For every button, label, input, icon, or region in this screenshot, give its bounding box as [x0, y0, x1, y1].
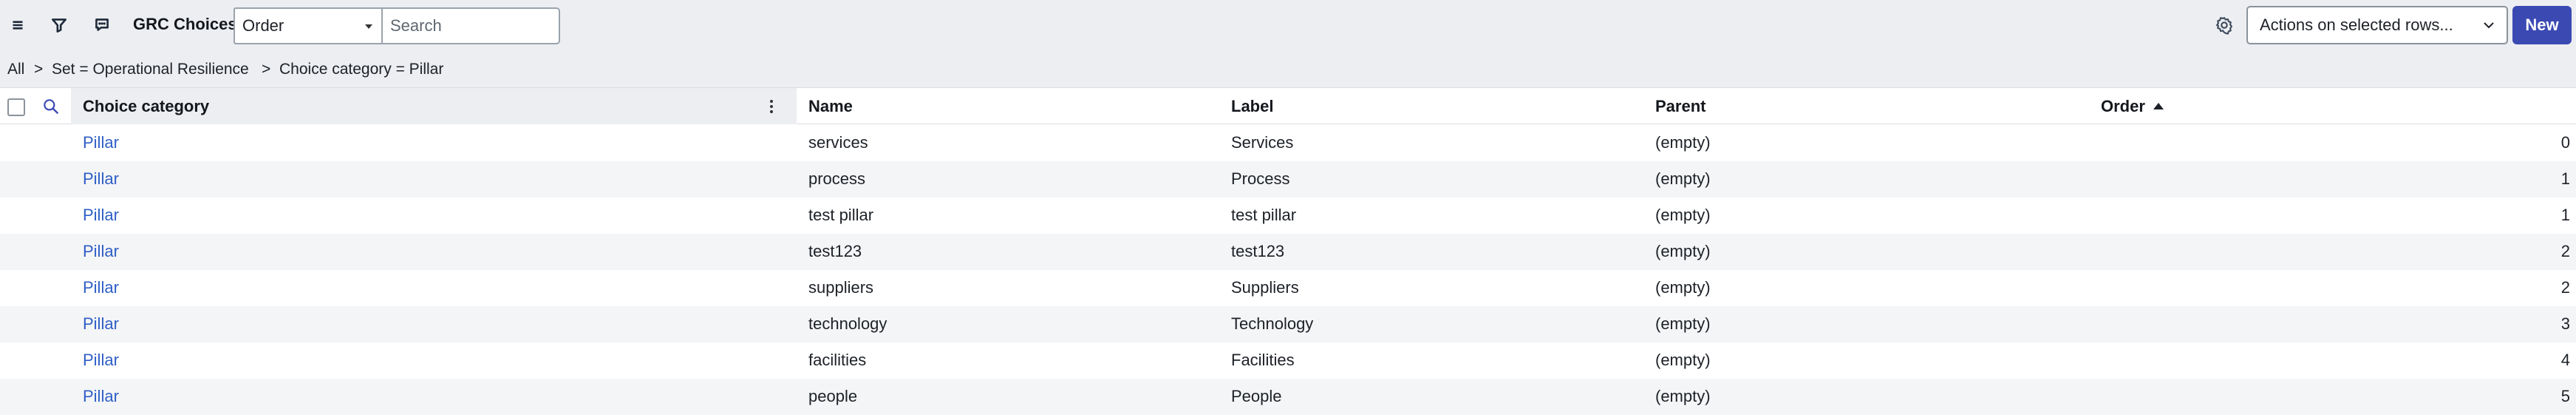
breadcrumb: All > Set = Operational Resilience > Cho…: [0, 50, 2576, 87]
new-button[interactable]: New: [2512, 6, 2572, 44]
cell-parent: (empty): [1655, 133, 1711, 152]
cell-parent: (empty): [1655, 242, 1711, 260]
breadcrumb-separator: >: [34, 61, 44, 78]
cell-order: 1: [2560, 169, 2570, 188]
cell-order: 1: [2560, 206, 2570, 224]
breadcrumb-set[interactable]: Set = Operational Resilience: [52, 61, 249, 78]
column-header-parent[interactable]: Parent: [1655, 97, 1706, 116]
sort-ascending-icon: [2153, 103, 2164, 109]
table-row: Pillar services Services (empty) 0: [0, 125, 2576, 161]
table-row: Pillar test123 test123 (empty) 2: [0, 234, 2576, 270]
cell-choice-category[interactable]: Pillar: [83, 206, 119, 225]
cell-choice-category[interactable]: Pillar: [83, 278, 119, 297]
list-header: GRC Choices Order Search Actions on sele…: [0, 0, 2576, 50]
cell-choice-category[interactable]: Pillar: [83, 169, 119, 189]
table-row: Pillar people People (empty) 5: [0, 379, 2576, 415]
cell-order: 3: [2560, 314, 2570, 333]
cell-order: 2: [2560, 278, 2570, 297]
cell-name: process: [808, 169, 866, 188]
cell-name: test123: [808, 242, 862, 260]
column-header-choice-category[interactable]: Choice category: [83, 97, 209, 116]
cell-choice-category[interactable]: Pillar: [83, 133, 119, 152]
table-header: Choice category Name Label Parent Order: [0, 87, 2576, 124]
chevron-down-icon: [2484, 22, 2494, 29]
cell-label: Process: [1231, 169, 1290, 188]
actions-select-value: Actions on selected rows...: [2260, 16, 2453, 34]
cell-parent: (empty): [1655, 314, 1711, 333]
cell-order: 2: [2560, 242, 2570, 260]
cell-choice-category[interactable]: Pillar: [83, 314, 119, 334]
caret-down-icon: [365, 24, 372, 29]
cell-label: test123: [1231, 242, 1285, 260]
search-placeholder: Search: [390, 16, 442, 35]
cell-name: people: [808, 387, 858, 405]
cell-parent: (empty): [1655, 206, 1711, 224]
filter-icon[interactable]: [44, 10, 74, 40]
column-header-order[interactable]: Order: [2101, 97, 2145, 116]
cell-label: Services: [1231, 133, 1294, 152]
cell-name: services: [808, 133, 868, 152]
select-all-checkbox[interactable]: [7, 98, 25, 116]
breadcrumb-choice-category[interactable]: Choice category = Pillar: [279, 61, 443, 78]
page-title: GRC Choices: [133, 15, 237, 33]
comment-icon[interactable]: [87, 10, 117, 40]
column-header-name[interactable]: Name: [808, 97, 853, 116]
search-input[interactable]: Search: [381, 7, 560, 44]
cell-name: test pillar: [808, 206, 874, 224]
cell-name: facilities: [808, 351, 867, 369]
search-field-value: Order: [242, 16, 284, 35]
actions-select[interactable]: Actions on selected rows...: [2246, 6, 2508, 44]
cell-name: suppliers: [808, 278, 874, 297]
table-row: Pillar test pillar test pillar (empty) 1: [0, 198, 2576, 234]
cell-label: test pillar: [1231, 206, 1297, 224]
table-row: Pillar facilities Facilities (empty) 4: [0, 343, 2576, 379]
search-field-select[interactable]: Order: [234, 7, 383, 44]
table-row: Pillar suppliers Suppliers (empty) 2: [0, 270, 2576, 306]
cell-choice-category[interactable]: Pillar: [83, 351, 119, 370]
cell-choice-category[interactable]: Pillar: [83, 242, 119, 261]
cell-label: Suppliers: [1231, 278, 1299, 297]
cell-parent: (empty): [1655, 169, 1711, 188]
table-row: Pillar technology Technology (empty) 3: [0, 306, 2576, 343]
column-menu-icon[interactable]: [766, 97, 777, 116]
cell-parent: (empty): [1655, 351, 1711, 369]
gear-icon[interactable]: [2209, 10, 2239, 40]
cell-order: 5: [2560, 387, 2570, 405]
cell-label: Technology: [1231, 314, 1314, 333]
cell-label: Facilities: [1231, 351, 1295, 369]
menu-icon[interactable]: [3, 10, 33, 40]
cell-label: People: [1231, 387, 1282, 405]
cell-order: 0: [2560, 133, 2570, 152]
cell-parent: (empty): [1655, 278, 1711, 297]
cell-choice-category[interactable]: Pillar: [83, 387, 119, 406]
cell-name: technology: [808, 314, 887, 333]
cell-order: 4: [2560, 351, 2570, 369]
search-icon[interactable]: [41, 97, 61, 116]
table-row: Pillar process Process (empty) 1: [0, 161, 2576, 198]
column-header-label[interactable]: Label: [1231, 97, 1273, 116]
breadcrumb-separator: >: [262, 61, 271, 78]
breadcrumb-all[interactable]: All: [7, 61, 24, 78]
cell-parent: (empty): [1655, 387, 1711, 405]
